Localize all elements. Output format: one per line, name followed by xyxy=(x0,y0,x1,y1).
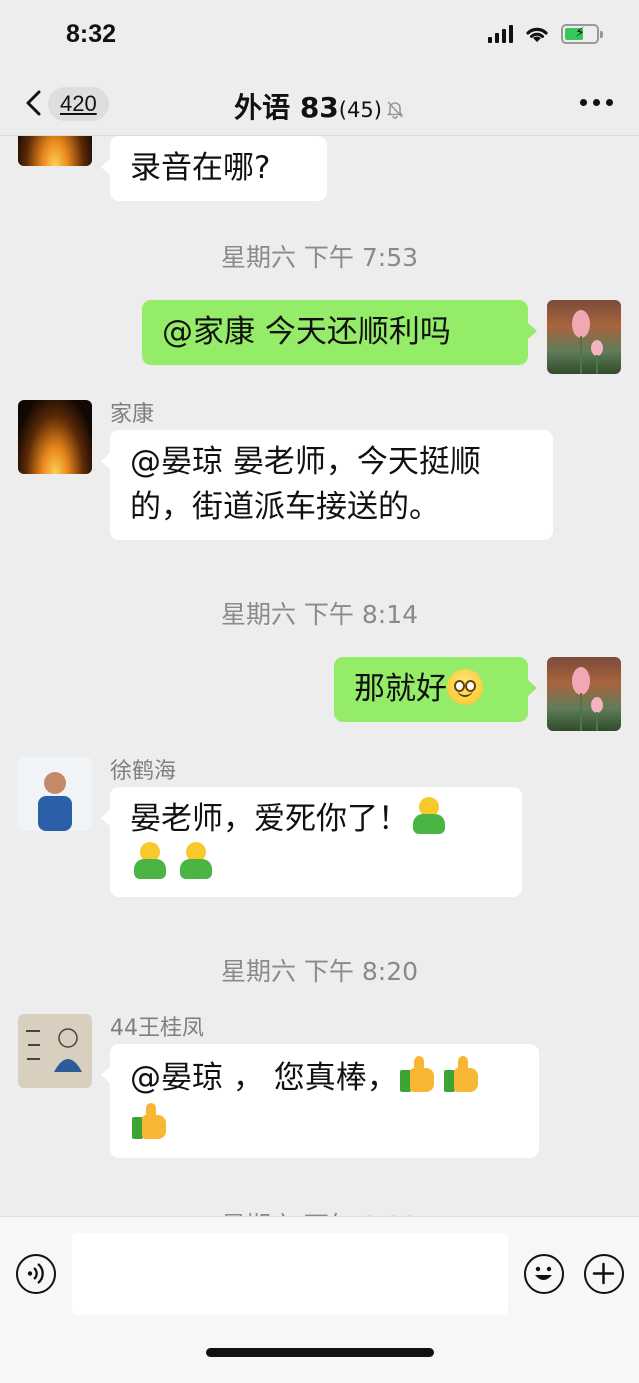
hug-emoji-icon xyxy=(176,842,216,880)
member-count: (45) xyxy=(338,98,382,122)
monk-painting xyxy=(26,1028,82,1072)
status-icons: ⚡ xyxy=(488,24,603,44)
mute-bell-icon xyxy=(386,101,404,119)
chat-title: 外语 83(45) xyxy=(0,86,639,126)
message-bubble[interactable]: 晏老师，爱死你了！ xyxy=(101,787,522,897)
sender-name: 44王桂凤 xyxy=(110,1016,204,1041)
more-actions-plus-icon[interactable] xyxy=(584,1254,624,1294)
chat-header: 420 外语 83(45) xyxy=(0,70,639,136)
thumbs-up-emoji-icon xyxy=(130,1101,170,1141)
message-bubble[interactable]: 录音在哪? xyxy=(101,136,327,201)
avatar[interactable] xyxy=(18,136,92,166)
thumbs-up-emoji-icon xyxy=(442,1054,482,1094)
emoji-picker-icon[interactable] xyxy=(524,1254,564,1294)
thumbs-up-emoji-icon xyxy=(398,1054,438,1094)
group-name: 外语 83 xyxy=(234,91,339,124)
charging-bolt-icon: ⚡ xyxy=(575,25,585,41)
lotus-image xyxy=(572,310,603,374)
status-time: 8:32 xyxy=(66,20,117,48)
time-divider: 星期六 下午 7:53 xyxy=(220,243,419,272)
home-indicator[interactable] xyxy=(206,1348,434,1357)
avatar[interactable] xyxy=(547,657,621,731)
message-bubble[interactable]: @家康 今天还顺利吗 xyxy=(142,300,537,365)
message-bubble[interactable]: @晏琼 晏老师，今天挺顺的，街道派车接送的。 xyxy=(101,430,553,540)
avatar[interactable] xyxy=(18,757,92,831)
input-bar xyxy=(0,1216,639,1383)
status-bar: 8:32 ⚡ xyxy=(0,0,639,70)
sender-name: 徐鹤海 xyxy=(110,759,177,784)
hug-emoji-icon xyxy=(409,797,449,835)
message-input[interactable] xyxy=(72,1233,508,1315)
message-bubble[interactable]: @晏琼 ， 您真棒， xyxy=(101,1044,539,1158)
hug-emoji-icon xyxy=(130,842,170,880)
more-options-icon[interactable] xyxy=(580,99,613,106)
time-divider: 星期六 下午 8:20 xyxy=(220,957,419,986)
battery-icon: ⚡ xyxy=(561,24,603,44)
lotus-image xyxy=(572,667,603,731)
person-photo xyxy=(38,772,72,831)
message-bubble[interactable]: 那就好 xyxy=(334,657,537,722)
time-divider: 星期六 下午 8:14 xyxy=(220,600,419,629)
wifi-icon xyxy=(526,27,548,42)
avatar[interactable] xyxy=(18,1014,92,1088)
sender-name: 家康 xyxy=(110,402,155,427)
time-divider: 星期六 下午 8:22 xyxy=(0,1206,639,1216)
avatar[interactable] xyxy=(18,400,92,474)
cellular-signal-icon xyxy=(488,25,513,43)
smile-emoji-icon xyxy=(447,669,483,705)
message-list[interactable]: 录音在哪? 星期六 下午 7:53 @家康 今天还顺利吗 家康 @晏琼 晏老师，… xyxy=(0,136,639,1216)
avatar[interactable] xyxy=(547,300,621,374)
voice-input-icon[interactable] xyxy=(16,1254,56,1294)
